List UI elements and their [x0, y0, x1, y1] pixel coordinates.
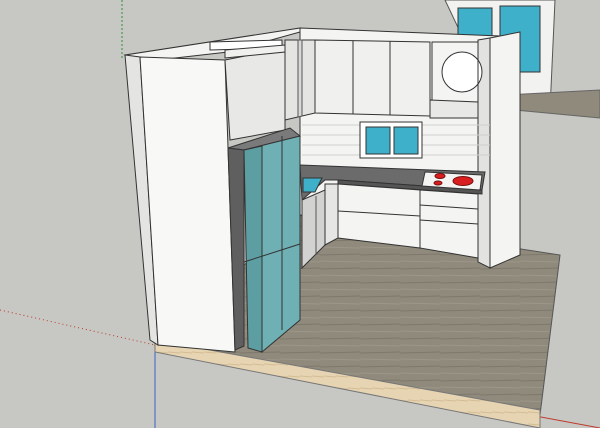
red-axis-dotted: [0, 309, 156, 346]
sketchup-viewport[interactable]: [0, 0, 600, 428]
upper-cabinets: [284, 39, 431, 121]
kitchen-window: [359, 121, 423, 159]
wall-clock-icon: [441, 51, 483, 93]
right-wall: [489, 31, 521, 269]
range-hood: [429, 99, 479, 119]
refrigerator: [227, 127, 302, 354]
model-canvas[interactable]: [0, 0, 600, 428]
